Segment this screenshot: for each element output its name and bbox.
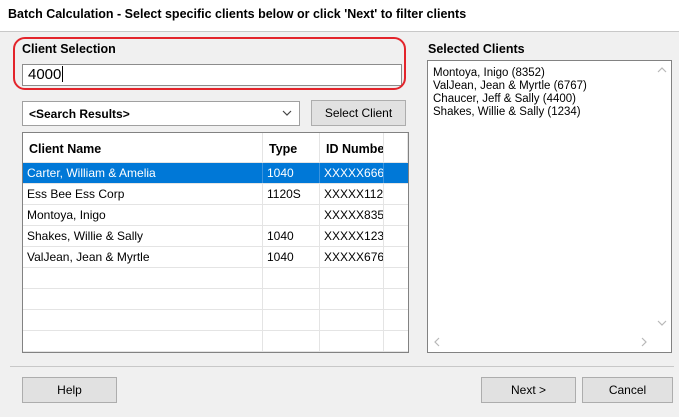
cell-type: 1120S [263, 184, 320, 204]
selected-clients-list[interactable]: Montoya, Inigo (8352) ValJean, Jean & My… [427, 60, 672, 353]
cell-type: 1040 [263, 163, 320, 183]
table-row[interactable]: Ess Bee Ess Corp 1120S XXXXX1120 [23, 184, 408, 205]
cell-id-number: XXXXX8352 [320, 205, 384, 225]
cell-id-number: XXXXX6767 [320, 247, 384, 267]
table-row[interactable]: ValJean, Jean & Myrtle 1040 XXXXX6767 [23, 247, 408, 268]
search-results-table[interactable]: Client Name Type ID Number Carter, Willi… [22, 132, 409, 353]
cell-type: 1040 [263, 226, 320, 246]
empty-row [23, 289, 408, 310]
empty-row [23, 310, 408, 331]
cell-client-name: Carter, William & Amelia [23, 163, 263, 183]
selected-clients-label: Selected Clients [428, 42, 525, 56]
client-selection-value: 4000 [28, 66, 62, 83]
search-results-selected: <Search Results> [29, 107, 130, 121]
column-header-client-name[interactable]: Client Name [23, 133, 263, 163]
cell-type: 1040 [263, 247, 320, 267]
cell-blank [384, 226, 408, 246]
cell-id-number: XXXXX1120 [320, 184, 384, 204]
cell-blank [384, 163, 408, 183]
vertical-scrollbar[interactable] [653, 62, 670, 334]
horizontal-scrollbar[interactable] [429, 334, 670, 351]
scroll-right-icon[interactable] [639, 337, 649, 350]
select-client-button[interactable]: Select Client [311, 100, 406, 126]
client-selection-input[interactable]: 4000 [22, 64, 402, 86]
cell-type [263, 205, 320, 225]
scroll-left-icon[interactable] [432, 337, 442, 350]
list-item[interactable]: Montoya, Inigo (8352) [433, 67, 545, 79]
cell-client-name: Shakes, Willie & Sally [23, 226, 263, 246]
text-caret [62, 66, 64, 82]
empty-row [23, 331, 408, 352]
scroll-up-icon[interactable] [657, 65, 667, 78]
next-button[interactable]: Next > [481, 377, 576, 403]
table-row[interactable]: Carter, William & Amelia 1040 XXXXX6665 [23, 163, 408, 184]
cell-client-name: Ess Bee Ess Corp [23, 184, 263, 204]
column-header-id-number[interactable]: ID Number [320, 133, 384, 163]
cancel-button[interactable]: Cancel [582, 377, 673, 403]
scroll-down-icon[interactable] [657, 318, 667, 331]
cell-blank [384, 184, 408, 204]
search-results-dropdown[interactable]: <Search Results> [22, 101, 300, 126]
cell-client-name: ValJean, Jean & Myrtle [23, 247, 263, 267]
client-selection-label: Client Selection [22, 42, 116, 56]
empty-row [23, 268, 408, 289]
cell-id-number: XXXXX6665 [320, 163, 384, 183]
table-row[interactable]: Shakes, Willie & Sally 1040 XXXXX1234 [23, 226, 408, 247]
help-button[interactable]: Help [22, 377, 117, 403]
table-row[interactable]: Montoya, Inigo XXXXX8352 [23, 205, 408, 226]
list-item[interactable]: ValJean, Jean & Myrtle (6767) [433, 80, 587, 92]
cell-blank [384, 247, 408, 267]
footer-divider [10, 366, 674, 367]
list-item[interactable]: Shakes, Willie & Sally (1234) [433, 106, 581, 118]
dialog-title: Batch Calculation - Select specific clie… [8, 7, 467, 21]
list-item[interactable]: Chaucer, Jeff & Sally (4400) [433, 93, 576, 105]
dialog-header: Batch Calculation - Select specific clie… [0, 0, 679, 32]
chevron-down-icon[interactable] [281, 105, 293, 124]
cell-id-number: XXXXX1234 [320, 226, 384, 246]
column-header-blank [384, 133, 408, 163]
cell-client-name: Montoya, Inigo [23, 205, 263, 225]
table-header-row: Client Name Type ID Number [23, 133, 408, 163]
column-header-type[interactable]: Type [263, 133, 320, 163]
cell-blank [384, 205, 408, 225]
